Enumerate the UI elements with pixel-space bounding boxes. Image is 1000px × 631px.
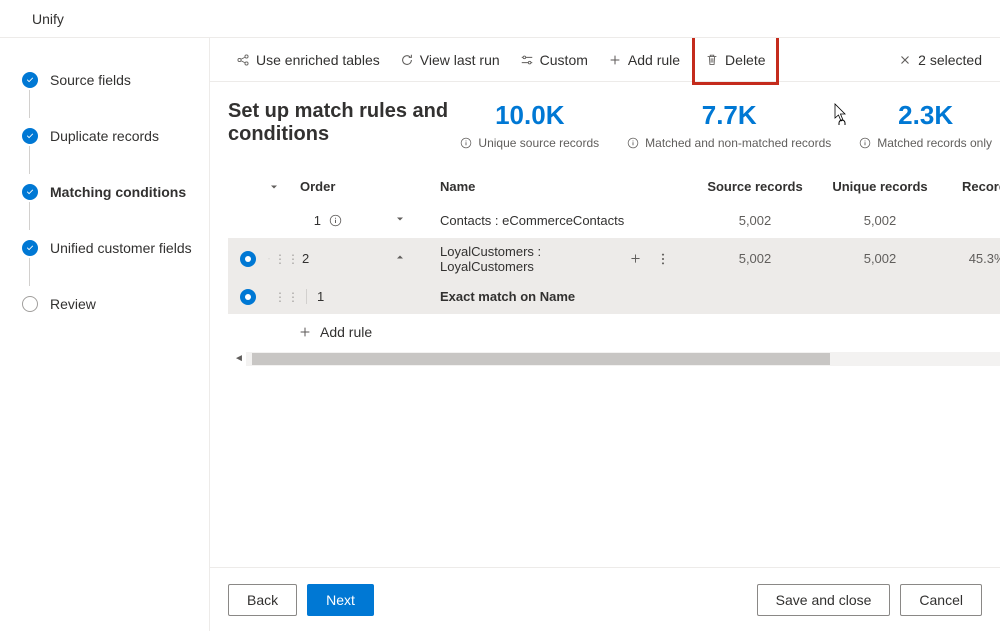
step-source-fields[interactable]: Source fields (22, 68, 197, 92)
chevron-down-icon[interactable] (268, 253, 270, 265)
use-enriched-tables-button[interactable]: Use enriched tables (228, 48, 388, 72)
row-selected-icon[interactable] (240, 251, 256, 267)
horizontal-scrollbar[interactable]: ◄ ► (228, 352, 1000, 366)
stat-matched-nonmatched: 7.7K Matched and non-matched records (627, 100, 831, 152)
selection-count[interactable]: 2 selected (898, 52, 982, 68)
col-records[interactable]: Records (940, 179, 1000, 194)
info-icon (627, 137, 639, 149)
chevron-down-icon[interactable] (268, 181, 280, 193)
step-label: Source fields (50, 72, 131, 88)
col-order[interactable]: Order (300, 179, 360, 194)
table-header: Order Name Source records Unique records… (228, 170, 1000, 204)
page-title: Set up match rules and conditions (228, 100, 460, 146)
cancel-button[interactable]: Cancel (900, 584, 982, 616)
plus-icon[interactable] (629, 252, 642, 265)
check-icon (22, 184, 38, 200)
info-icon (859, 137, 871, 149)
view-last-run-button[interactable]: View last run (392, 48, 508, 72)
step-label: Duplicate records (50, 128, 159, 144)
row-selected-icon[interactable] (240, 289, 256, 305)
add-rule-label: Add rule (320, 324, 372, 340)
col-unique-records[interactable]: Unique records (820, 179, 940, 194)
table-row[interactable]: 1 Contacts : eCommerceContacts 5,002 5,0… (228, 204, 1000, 238)
col-name[interactable]: Name (440, 179, 690, 194)
refresh-icon (400, 53, 414, 67)
delete-button[interactable]: Delete (692, 38, 778, 85)
check-icon (22, 128, 38, 144)
stat-label: Matched records only (877, 135, 992, 152)
row-name: LoyalCustomers : LoyalCustomers (440, 244, 629, 274)
custom-button[interactable]: Custom (512, 48, 596, 72)
row-records (940, 215, 1000, 227)
step-label: Review (50, 296, 96, 312)
stat-label: Matched and non-matched records (645, 135, 831, 152)
row-unique-records: 5,002 (820, 245, 940, 272)
check-icon (22, 240, 38, 256)
drag-handle-icon[interactable]: ⋮⋮ (274, 290, 300, 304)
share-icon (236, 53, 250, 67)
stats-panel: 10.0K Unique source records 7.7K Matched… (460, 100, 1000, 152)
row-name: Exact match on Name (440, 283, 690, 310)
step-matching-conditions[interactable]: Matching conditions (22, 180, 197, 204)
step-label: Matching conditions (50, 184, 186, 200)
button-label: View last run (420, 52, 500, 68)
chevron-down-icon[interactable] (394, 213, 406, 225)
step-duplicate-records[interactable]: Duplicate records (22, 124, 197, 148)
sliders-icon (520, 53, 534, 67)
plus-icon (608, 53, 622, 67)
button-label: Add rule (628, 52, 680, 68)
footer: Back Next Save and close Cancel (210, 567, 1000, 631)
drag-handle-icon[interactable]: ⋮⋮ (274, 252, 300, 266)
button-label: Use enriched tables (256, 52, 380, 68)
more-icon[interactable] (656, 252, 670, 266)
scroll-left-icon[interactable]: ◄ (232, 353, 246, 364)
app-title: Unify (32, 11, 64, 27)
row-order: 1 (306, 289, 324, 304)
stat-value: 2.3K (859, 100, 992, 131)
button-label: Custom (540, 52, 588, 68)
row-order: 2 (302, 251, 309, 266)
step-unified-customer-fields[interactable]: Unified customer fields (22, 236, 197, 260)
stat-unique-source: 10.0K Unique source records (460, 100, 599, 152)
stat-matched-only: 2.3K Matched records only (859, 100, 992, 152)
step-review[interactable]: Review (22, 292, 197, 316)
x-icon (898, 53, 912, 67)
check-icon (22, 72, 38, 88)
button-label: Delete (725, 52, 765, 68)
col-source-records[interactable]: Source records (690, 179, 820, 194)
stat-label: Unique source records (478, 135, 599, 152)
trash-icon (705, 53, 719, 67)
info-icon (460, 137, 472, 149)
app-header: Unify (0, 0, 1000, 38)
row-unique-records: 5,002 (820, 207, 940, 234)
table-row[interactable]: ⋮⋮ 2 LoyalCustomers : LoyalCustomers 5,0… (228, 238, 1000, 280)
row-records: 45.3% m (940, 245, 1000, 272)
row-source-records: 5,002 (690, 207, 820, 234)
stat-value: 10.0K (460, 100, 599, 131)
row-name: Contacts : eCommerceContacts (440, 207, 690, 234)
row-order: 1 (314, 213, 321, 228)
add-rule-button[interactable]: Add rule (600, 48, 688, 72)
step-label: Unified customer fields (50, 240, 192, 256)
table-row[interactable]: ⋮⋮ 1 Exact match on Name (228, 280, 1000, 314)
pending-icon (22, 296, 38, 312)
steps-sidebar: Source fields Duplicate records Matching… (0, 38, 210, 631)
save-and-close-button[interactable]: Save and close (757, 584, 891, 616)
chevron-up-icon[interactable] (394, 251, 406, 263)
next-button[interactable]: Next (307, 584, 374, 616)
info-icon[interactable] (329, 214, 342, 227)
back-button[interactable]: Back (228, 584, 297, 616)
scrollbar-thumb[interactable] (252, 353, 830, 365)
plus-icon (298, 325, 312, 339)
stat-value: 7.7K (627, 100, 831, 131)
selection-count-label: 2 selected (918, 52, 982, 68)
add-rule-row[interactable]: Add rule (228, 314, 1000, 350)
command-bar: Use enriched tables View last run Custom… (210, 38, 1000, 82)
scrollbar-track[interactable] (246, 352, 1000, 366)
row-source-records: 5,002 (690, 245, 820, 272)
